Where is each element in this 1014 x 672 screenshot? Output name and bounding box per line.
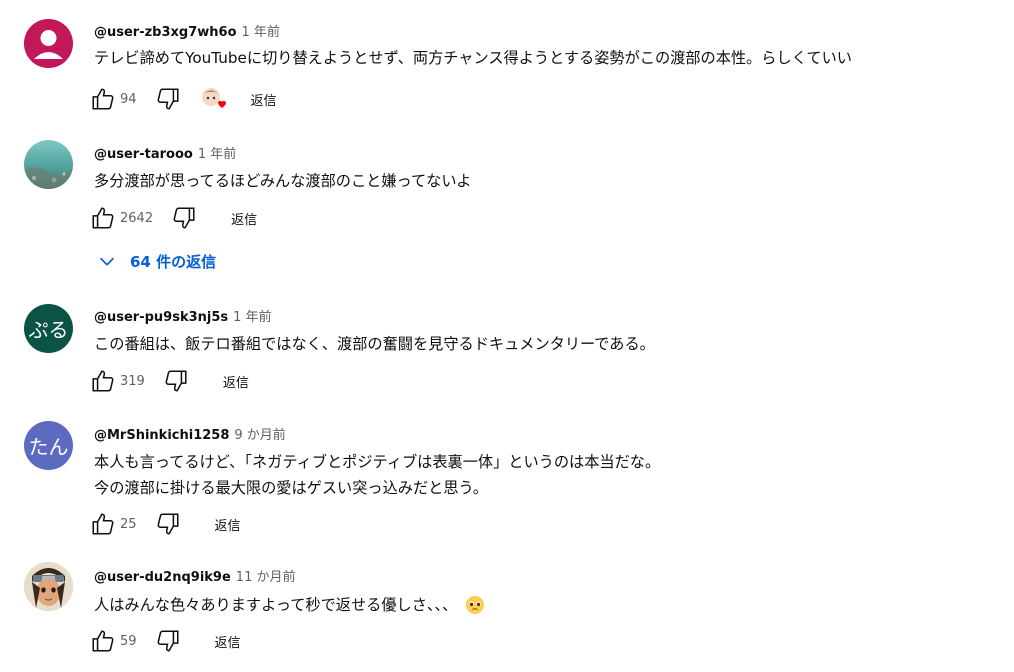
comment-author[interactable]: @user-du2nq9ik9e xyxy=(94,570,231,585)
creator-heart xyxy=(199,86,229,112)
comment-time[interactable]: 1 年前 xyxy=(242,25,280,40)
thumbs-down-icon xyxy=(157,88,179,110)
water-photo-avatar-icon xyxy=(24,140,73,189)
reply-button[interactable]: 返信 xyxy=(215,632,241,651)
like-count: 25 xyxy=(120,516,137,532)
thumbs-up-icon xyxy=(92,88,114,110)
comment-author[interactable]: @MrShinkichi1258 xyxy=(94,428,229,443)
like-button[interactable] xyxy=(90,205,116,231)
thumbs-down-icon xyxy=(157,513,179,535)
like-count: 319 xyxy=(120,373,145,389)
comment-line: 多分渡部が思ってるほどみんな渡部のこと嫌ってないよ xyxy=(94,172,472,190)
reply-button[interactable]: 返信 xyxy=(223,372,249,391)
comment-author[interactable]: @user-tarooo xyxy=(94,147,193,162)
comment-text: この番組は、飯テロ番組ではなく、渡部の奮闘を見守るドキュメンタリーである。 xyxy=(94,331,655,357)
thumbs-down-icon xyxy=(157,630,179,652)
comment-line: 今の渡部に掛ける最大限の愛はゲスい突っ込みだと思う。 xyxy=(94,479,488,497)
dislike-button[interactable] xyxy=(155,628,181,654)
like-count: 94 xyxy=(120,91,137,107)
chevron-down-icon xyxy=(99,257,115,266)
like-button[interactable] xyxy=(90,628,116,654)
like-button[interactable] xyxy=(90,86,116,112)
comment-time[interactable]: 1 年前 xyxy=(233,310,271,325)
like-button[interactable] xyxy=(90,368,116,394)
dislike-button[interactable] xyxy=(171,205,197,231)
comment-author[interactable]: @user-pu9sk3nj5s xyxy=(94,310,228,325)
comment-header: @user-zb3xg7wh6o 1 年前 xyxy=(94,21,280,40)
comment-actions: 2642 返信 xyxy=(90,205,257,231)
comment-text: 本人も言ってるけど、「ネガティブとポジティブは表裏一体」というのは本当だな。 今… xyxy=(94,449,660,501)
comment-time[interactable]: 9 か月前 xyxy=(234,428,285,443)
comment-line: 人はみんな色々ありますよって秒で返せる優しさ、、、 xyxy=(94,596,458,614)
thumbs-up-icon xyxy=(92,630,114,652)
thumbs-up-icon xyxy=(92,513,114,535)
like-count: 2642 xyxy=(120,210,154,226)
comment-actions: 59 返信 xyxy=(90,628,241,654)
pleading-face-emoji-icon xyxy=(466,596,485,614)
comment-text: 人はみんな色々ありますよって秒で返せる優しさ、、、 xyxy=(94,592,485,618)
avatar[interactable] xyxy=(24,19,73,68)
replies-count-label: 64 件の返信 xyxy=(130,252,217,271)
reply-button[interactable]: 返信 xyxy=(231,209,257,228)
avatar[interactable] xyxy=(24,140,73,189)
thumbs-up-icon xyxy=(92,207,114,229)
dislike-button[interactable] xyxy=(155,511,181,537)
comment-line: 本人も言ってるけど、「ネガティブとポジティブは表裏一体」というのは本当だな。 xyxy=(94,453,661,471)
dislike-button[interactable] xyxy=(155,86,181,112)
comment-actions: 319 返信 xyxy=(90,368,249,394)
dislike-button[interactable] xyxy=(163,368,189,394)
comment-text: 多分渡部が思ってるほどみんな渡部のこと嫌ってないよ xyxy=(94,168,471,194)
avatar-initials: たん xyxy=(28,435,69,459)
avatar[interactable]: たん xyxy=(24,421,73,470)
comment-header: @user-tarooo 1 年前 xyxy=(94,143,236,162)
avatar-initials: ぷる xyxy=(28,318,69,342)
comment-line: この番組は、飯テロ番組ではなく、渡部の奮闘を見守るドキュメンタリーである。 xyxy=(94,335,655,353)
comment-time[interactable]: 1 年前 xyxy=(198,147,236,162)
thumbs-down-icon xyxy=(165,370,187,392)
avatar[interactable] xyxy=(24,562,73,611)
comment-text: テレビ諦めてYouTubeに切り替えようとせず、両方チャンス得ようとする姿勢がこ… xyxy=(94,45,852,71)
ninja-character-avatar-icon xyxy=(24,562,73,611)
creator-avatar-heart-icon xyxy=(201,88,226,108)
comment-header: @MrShinkichi1258 9 か月前 xyxy=(94,424,286,443)
like-count: 59 xyxy=(120,633,137,649)
thumbs-up-icon xyxy=(92,370,114,392)
reply-button[interactable]: 返信 xyxy=(251,90,277,109)
comment-header: @user-du2nq9ik9e 11 か月前 xyxy=(94,566,295,585)
thumbs-down-icon xyxy=(173,207,195,229)
view-replies-button[interactable]: 64 件の返信 xyxy=(96,250,216,272)
comment-actions: 25 返信 xyxy=(90,511,241,537)
default-user-icon xyxy=(24,19,73,68)
comment-actions: 94 返信 xyxy=(90,86,277,112)
comment-time[interactable]: 11 か月前 xyxy=(236,570,296,585)
avatar[interactable]: ぷる xyxy=(24,304,73,353)
reply-button[interactable]: 返信 xyxy=(215,515,241,534)
comment-header: @user-pu9sk3nj5s 1 年前 xyxy=(94,306,272,325)
comment-author[interactable]: @user-zb3xg7wh6o xyxy=(94,25,237,40)
like-button[interactable] xyxy=(90,511,116,537)
comment-line: テレビ諦めてYouTubeに切り替えようとせず、両方チャンス得ようとする姿勢がこ… xyxy=(94,49,852,67)
